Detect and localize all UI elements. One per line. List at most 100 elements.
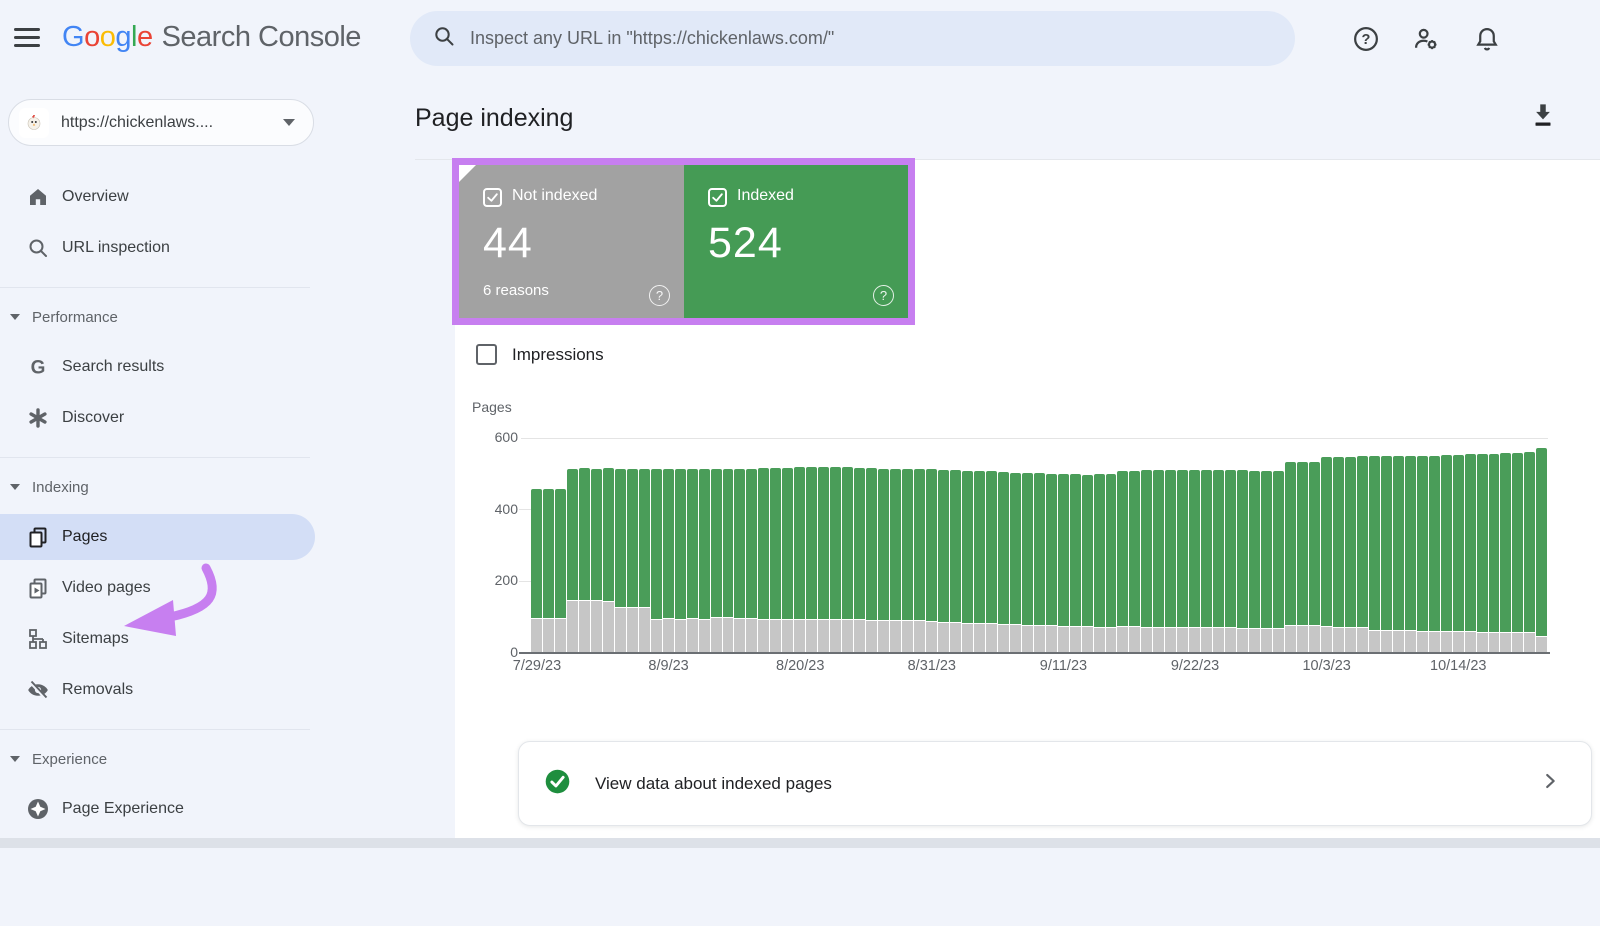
help-icon[interactable]: ? [873, 285, 894, 306]
chart-bar[interactable] [1464, 438, 1476, 653]
checkbox-unchecked-icon[interactable] [476, 344, 497, 365]
chart-bar[interactable] [542, 438, 554, 653]
view-indexed-data-banner[interactable]: View data about indexed pages [518, 741, 1592, 826]
chart-bar[interactable] [614, 438, 626, 653]
chart-bar[interactable] [1225, 438, 1237, 653]
sidebar-item-pages[interactable]: Pages [0, 511, 455, 562]
chart-bar[interactable] [997, 438, 1009, 653]
chart-bar[interactable] [1320, 438, 1332, 653]
manage-users-icon[interactable] [1412, 25, 1440, 53]
not-indexed-card[interactable]: Not indexed 44 6 reasons ? [459, 165, 684, 318]
checkbox-checked-icon[interactable] [708, 188, 727, 207]
chart-bar[interactable] [1165, 438, 1177, 653]
chart-bar[interactable] [1285, 438, 1296, 653]
chart-bar[interactable] [1308, 438, 1320, 653]
chevron-right-icon[interactable] [1539, 770, 1561, 797]
chart-bar[interactable] [1213, 438, 1225, 653]
chart-bar[interactable] [1428, 438, 1440, 653]
sidebar-item-page-experience[interactable]: Page Experience [0, 783, 455, 834]
chart-bar[interactable] [1117, 438, 1129, 653]
chart-bar[interactable] [722, 438, 734, 653]
chart-bar[interactable] [1021, 438, 1033, 653]
chart-bar[interactable] [842, 438, 854, 653]
url-inspect-searchbar[interactable] [410, 11, 1295, 66]
chart-bar[interactable] [674, 438, 686, 653]
chart-bar[interactable] [794, 438, 806, 653]
chart-bar[interactable] [1273, 438, 1285, 653]
sidebar-item-video-pages[interactable]: Video pages [0, 562, 455, 613]
chart-bar[interactable] [734, 438, 746, 653]
chart-bar[interactable] [1488, 438, 1500, 653]
chart-bar[interactable] [1057, 438, 1069, 653]
chart-bar[interactable] [878, 438, 890, 653]
chart-bar[interactable] [830, 438, 842, 653]
chart-bar[interactable] [973, 438, 985, 653]
indexed-card[interactable]: Indexed 524 ? [684, 165, 908, 318]
chart-bar[interactable] [1261, 438, 1273, 653]
chart-bar[interactable] [1500, 438, 1512, 653]
checkbox-checked-icon[interactable] [483, 188, 502, 207]
chart-bar[interactable] [1392, 438, 1404, 653]
chart-bar[interactable] [1093, 438, 1105, 653]
chart-bar[interactable] [1476, 438, 1488, 653]
chart-bar[interactable] [746, 438, 758, 653]
sidebar-section-performance[interactable]: Performance [0, 293, 455, 341]
chart-bar[interactable] [1512, 438, 1524, 653]
chart-bar[interactable] [914, 438, 925, 653]
chart-bar[interactable] [1368, 438, 1380, 653]
chart-bar[interactable] [806, 438, 818, 653]
chart-bar[interactable] [1452, 438, 1464, 653]
chart-bar[interactable] [1249, 438, 1261, 653]
menu-icon[interactable] [14, 28, 40, 50]
chart-bar[interactable] [602, 438, 614, 653]
help-icon[interactable]: ? [649, 285, 670, 306]
chart-bar[interactable] [578, 438, 590, 653]
impressions-toggle[interactable]: Impressions [476, 344, 604, 365]
chart-bar[interactable] [1332, 438, 1344, 653]
chart-bar[interactable] [1297, 438, 1308, 653]
sidebar-item-url-inspection[interactable]: URL inspection [0, 222, 455, 273]
chart-bar[interactable] [902, 438, 913, 653]
chart-bar[interactable] [531, 438, 542, 653]
chart-bar[interactable] [1440, 438, 1452, 653]
export-download-icon[interactable] [1528, 100, 1558, 130]
chart-bar[interactable] [554, 438, 566, 653]
chart-bar[interactable] [662, 438, 674, 653]
chart-bar[interactable] [1129, 438, 1141, 653]
chart-bar[interactable] [686, 438, 698, 653]
search-input[interactable] [470, 28, 1273, 49]
chart-bar[interactable] [1201, 438, 1213, 653]
sidebar-item-overview[interactable]: Overview [0, 171, 455, 222]
chart-bar[interactable] [1081, 438, 1093, 653]
chart-bar[interactable] [818, 438, 830, 653]
chart-bar[interactable] [1380, 438, 1392, 653]
chart-plot[interactable] [531, 438, 1548, 653]
chart-bar[interactable] [1416, 438, 1428, 653]
chart-bar[interactable] [1153, 438, 1165, 653]
notifications-bell-icon[interactable] [1473, 25, 1501, 53]
chart-bar[interactable] [854, 438, 866, 653]
chart-bar[interactable] [961, 438, 973, 653]
sidebar-item-removals[interactable]: Removals [0, 664, 455, 715]
sidebar-section-experience[interactable]: Experience [0, 735, 455, 783]
chart-bar[interactable] [1069, 438, 1081, 653]
chart-bar[interactable] [638, 438, 650, 653]
reasons-link[interactable]: 6 reasons [483, 282, 664, 299]
sidebar-item-discover[interactable]: Discover [0, 392, 455, 443]
chart-bar[interactable] [1105, 438, 1117, 653]
chart-bar[interactable] [650, 438, 662, 653]
chart-bar[interactable] [758, 438, 770, 653]
chart-bar[interactable] [937, 438, 949, 653]
chart-bar[interactable] [590, 438, 602, 653]
chart-bar[interactable] [770, 438, 782, 653]
chart-bar[interactable] [1045, 438, 1057, 653]
chart-bar[interactable] [566, 438, 578, 653]
chart-bar[interactable] [782, 438, 794, 653]
chart-bar[interactable] [866, 438, 878, 653]
chart-bar[interactable] [1524, 438, 1536, 653]
chart-bar[interactable] [985, 438, 997, 653]
chart-bar[interactable] [1356, 438, 1368, 653]
chart-bar[interactable] [1177, 438, 1189, 653]
chart-bar[interactable] [1237, 438, 1249, 653]
chart-bar[interactable] [1344, 438, 1356, 653]
